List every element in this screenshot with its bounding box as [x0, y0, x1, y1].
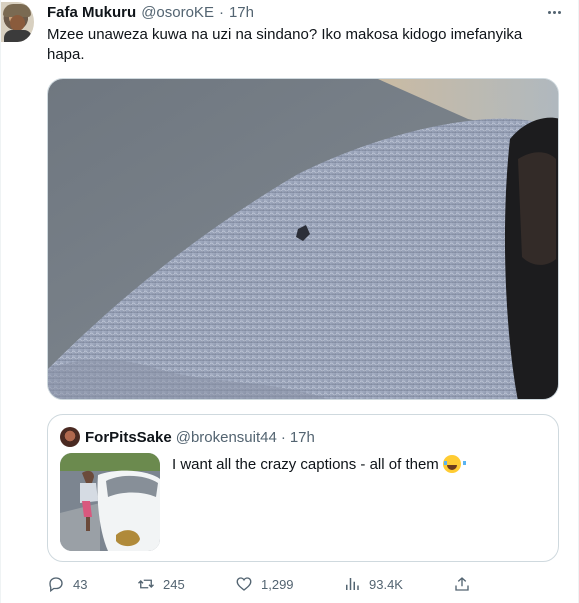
tweet-header: Fafa Mukuru @osoroKE · 17h — [47, 2, 254, 22]
separator-dot: · — [218, 3, 224, 21]
views-count: 93.4K — [369, 576, 403, 592]
author-handle[interactable]: @osoroKE — [141, 4, 214, 21]
like-count: 1,299 — [261, 576, 294, 592]
tears-of-joy-emoji-icon — [442, 455, 466, 473]
like-button[interactable]: 1,299 — [235, 574, 294, 594]
retweet-button[interactable]: 245 — [137, 574, 185, 594]
action-bar: 43 245 1,299 93.4K — [47, 574, 559, 594]
quoted-author-name: ForPitsSake — [85, 428, 172, 446]
car-photo-image — [60, 453, 160, 551]
retweet-icon — [138, 579, 154, 589]
quoted-separator-dot: · — [280, 428, 286, 446]
quoted-text: I want all the crazy captions - all of t… — [172, 455, 439, 473]
author-name[interactable]: Fafa Mukuru — [47, 4, 136, 21]
heart-icon — [236, 577, 252, 591]
quoted-text-line: I want all the crazy captions - all of t… — [172, 455, 466, 473]
retweet-count: 245 — [163, 576, 185, 592]
views-icon — [346, 578, 359, 590]
tweet[interactable]: Fafa Mukuru @osoroKE · 17h Mzee unaweza … — [0, 0, 579, 603]
quoted-author-avatar — [60, 427, 80, 447]
tweet-time[interactable]: 17h — [229, 4, 254, 21]
tweet-text: Mzee unaweza kuwa na uzi na sindano? Iko… — [47, 26, 523, 63]
reply-icon — [49, 577, 63, 593]
author-avatar[interactable] — [1, 2, 34, 42]
share-button[interactable] — [453, 574, 471, 594]
quoted-header: ForPitsSake @brokensuit44 · 17h — [85, 427, 315, 447]
views-button[interactable]: 93.4K — [343, 574, 403, 594]
share-icon — [455, 577, 469, 591]
quoted-time: 17h — [289, 428, 315, 446]
quoted-tweet[interactable]: ForPitsSake @brokensuit44 · 17h I want a… — [47, 414, 559, 562]
quoted-author-handle: @brokensuit44 — [175, 428, 277, 446]
reply-button[interactable]: 43 — [47, 574, 87, 594]
shirt-photo-image — [48, 79, 558, 399]
tweet-photo[interactable] — [47, 78, 559, 400]
reply-count: 43 — [73, 576, 88, 592]
quoted-photo-thumbnail[interactable] — [60, 453, 160, 551]
more-icon[interactable] — [544, 4, 564, 20]
